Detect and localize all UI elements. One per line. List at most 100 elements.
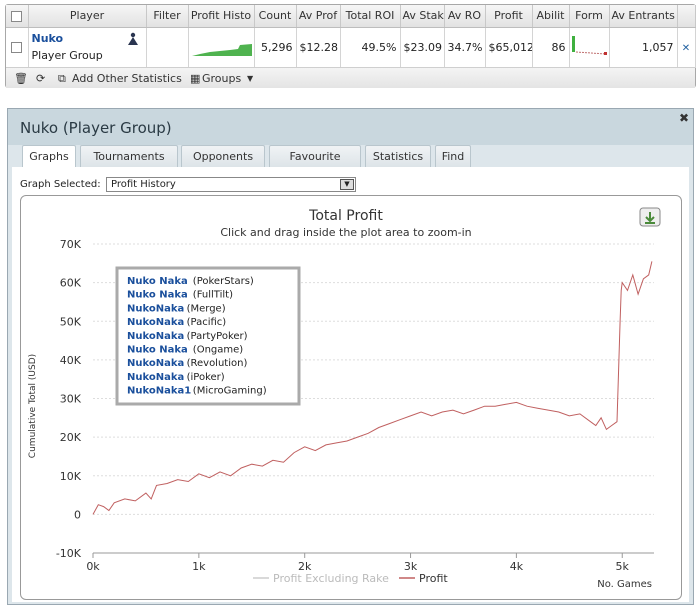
x-axis-label: No. Games	[597, 579, 652, 590]
annotation-player-name: Nuko Naka	[127, 276, 188, 287]
y-axis-label: Cumulative Total (USD)	[28, 354, 38, 458]
count-cell: 5,296	[254, 27, 297, 68]
annotation-site-name: (PokerStars)	[193, 276, 254, 287]
profit-chart[interactable]: Total Profit Click and drag inside the p…	[21, 196, 681, 599]
column-header-player[interactable]: Player	[28, 5, 147, 28]
av-roi-cell: 34.7%	[444, 27, 486, 68]
chart-legend[interactable]: Profit Excluding Rake Profit	[253, 572, 448, 585]
av-profit-cell: $12.28	[296, 27, 341, 68]
dropdown-arrow-icon[interactable]: ▼	[340, 179, 354, 190]
graph-selected-label: Graph Selected:	[20, 179, 101, 190]
y-axis-ticks: -10K 0 10K 20K 30K 40K 50K 60K 70K	[56, 238, 82, 560]
close-icon[interactable]: ✖	[679, 111, 689, 125]
ability-cell: 86	[532, 27, 570, 68]
chart-subtitle: Click and drag inside the plot area to z…	[220, 226, 471, 239]
profit-history-sparkline	[191, 43, 252, 56]
player-group-label: Player Group	[31, 49, 103, 62]
annotation-player-name: Nuko Naka	[127, 345, 188, 356]
column-header-profit-history[interactable]: Profit Histo	[188, 5, 255, 28]
annotation-player-name: NukoNaka	[127, 372, 184, 383]
column-header-filter[interactable]: Filter	[146, 5, 189, 28]
y-tick-label: 70K	[60, 238, 82, 251]
y-tick-label: 60K	[60, 277, 82, 290]
row-checkbox[interactable]	[11, 42, 23, 53]
annotation-site-name: (Revolution)	[187, 358, 248, 369]
tab-graphs[interactable]: Graphs	[22, 145, 76, 168]
groups-icon[interactable]: ▦	[190, 72, 200, 85]
player-grid: Player Filter Profit Histo Count Av Prof…	[5, 4, 696, 88]
column-header-ability[interactable]: Abilit	[532, 5, 570, 28]
form-cell	[569, 27, 610, 68]
players-annotation-box: Nuko Naka (PokerStars) Nuko Naka (FullTilt)…	[115, 266, 301, 406]
y-tick-label: 10K	[60, 470, 82, 483]
annotation-site-name: (Pacific)	[187, 317, 227, 328]
refresh-icon[interactable]: ⟳	[36, 72, 45, 85]
filter-cell[interactable]	[146, 27, 189, 68]
row-remove-icon[interactable]: ✕	[682, 43, 690, 54]
column-header-av-roi[interactable]: Av RO	[444, 5, 486, 28]
tab-favourite-games[interactable]: Favourite Games	[269, 145, 361, 184]
player-group-panel: Nuko (Player Group) ✖ Graphs Tournaments…	[7, 108, 694, 605]
groups-button[interactable]: Groups	[202, 72, 241, 85]
chart-container[interactable]: Total Profit Click and drag inside the p…	[20, 195, 682, 600]
tab-opponents[interactable]: Opponents	[181, 145, 265, 167]
x-tick-label: 1k	[192, 560, 206, 573]
annotation-site-name: (iPoker)	[187, 372, 225, 383]
y-tick-label: 50K	[60, 315, 82, 328]
av-stake-cell: $23.09	[400, 27, 445, 68]
annotation-site-name: (Ongame)	[193, 345, 243, 356]
group-people-icon	[127, 32, 138, 45]
y-tick-label: 0	[74, 508, 81, 521]
profit-cell: $65,012	[485, 27, 533, 68]
player-cell[interactable]: Nuko Player Group	[28, 27, 147, 68]
graph-select-value: Profit History	[111, 179, 176, 190]
tab-tournaments[interactable]: Tournaments	[80, 145, 178, 167]
panel-header: Nuko (Player Group) ✖	[8, 109, 693, 145]
annotation-player-name: NukoNaka	[127, 331, 184, 342]
column-header-av-profit[interactable]: Av Prof	[296, 5, 341, 28]
annotation-player-name: Nuko Naka	[127, 290, 188, 301]
column-header-av-stake[interactable]: Av Stak	[400, 5, 445, 28]
tab-statistics[interactable]: Statistics	[365, 145, 431, 167]
tab-find[interactable]: Find	[435, 145, 471, 167]
column-header-count[interactable]: Count	[254, 5, 297, 28]
column-header-total-roi[interactable]: Total ROI	[340, 5, 401, 28]
annotation-site-name: (MicroGaming)	[193, 386, 267, 397]
legend-item-profit-excluding-rake[interactable]: Profit Excluding Rake	[273, 572, 389, 585]
row-close-cell[interactable]: ✕	[677, 27, 696, 68]
profit-history-sparkline-cell	[188, 27, 255, 68]
form-sparkline	[571, 35, 607, 55]
y-tick-label: 40K	[60, 354, 82, 367]
add-other-statistics-button[interactable]: Add Other Statistics	[72, 72, 182, 85]
table-row[interactable]: Nuko Player Group 5,296 $12.28 49.5% $23…	[6, 27, 696, 68]
x-tick-label: 5k	[616, 560, 630, 573]
annotation-player-name: NukoNaka	[127, 303, 184, 314]
x-tick-label: 0k	[86, 560, 100, 573]
select-all-checkbox-cell[interactable]	[6, 5, 29, 28]
annotation-site-name: (PartyPoker)	[187, 331, 248, 342]
graphs-tab-content: Graph Selected: Profit History ▼ Total P…	[12, 167, 689, 602]
x-axis-ticks: 0k 1k 2k 3k 4k 5k	[86, 553, 630, 573]
y-tick-label: -10K	[56, 547, 82, 560]
annotation-player-name: NukoNaka	[127, 317, 184, 328]
x-tick-label: 3k	[404, 560, 418, 573]
chart-title: Total Profit	[308, 208, 383, 224]
download-button[interactable]	[639, 207, 661, 227]
add-stats-icon[interactable]: ⧉	[58, 72, 66, 86]
graph-select[interactable]: Profit History ▼	[106, 177, 356, 192]
column-header-profit[interactable]: Profit	[485, 5, 533, 28]
annotation-player-name: NukoNaka1	[127, 386, 191, 397]
x-tick-label: 4k	[510, 560, 524, 573]
y-tick-label: 20K	[60, 431, 82, 444]
av-entrants-cell: 1,057	[609, 27, 678, 68]
groups-chevron-down-icon[interactable]: ▼	[247, 74, 253, 83]
total-roi-cell: 49.5%	[340, 27, 401, 68]
annotation-site-name: (Merge)	[187, 303, 226, 314]
column-header-extra	[677, 5, 696, 28]
trash-icon[interactable]: 🗑	[14, 72, 28, 85]
select-all-checkbox[interactable]	[11, 10, 23, 22]
annotation-site-name: (FullTilt)	[193, 290, 233, 301]
legend-item-profit[interactable]: Profit	[419, 572, 448, 585]
column-header-av-entrants[interactable]: Av Entrants	[609, 5, 678, 28]
column-header-form[interactable]: Form	[569, 5, 610, 28]
